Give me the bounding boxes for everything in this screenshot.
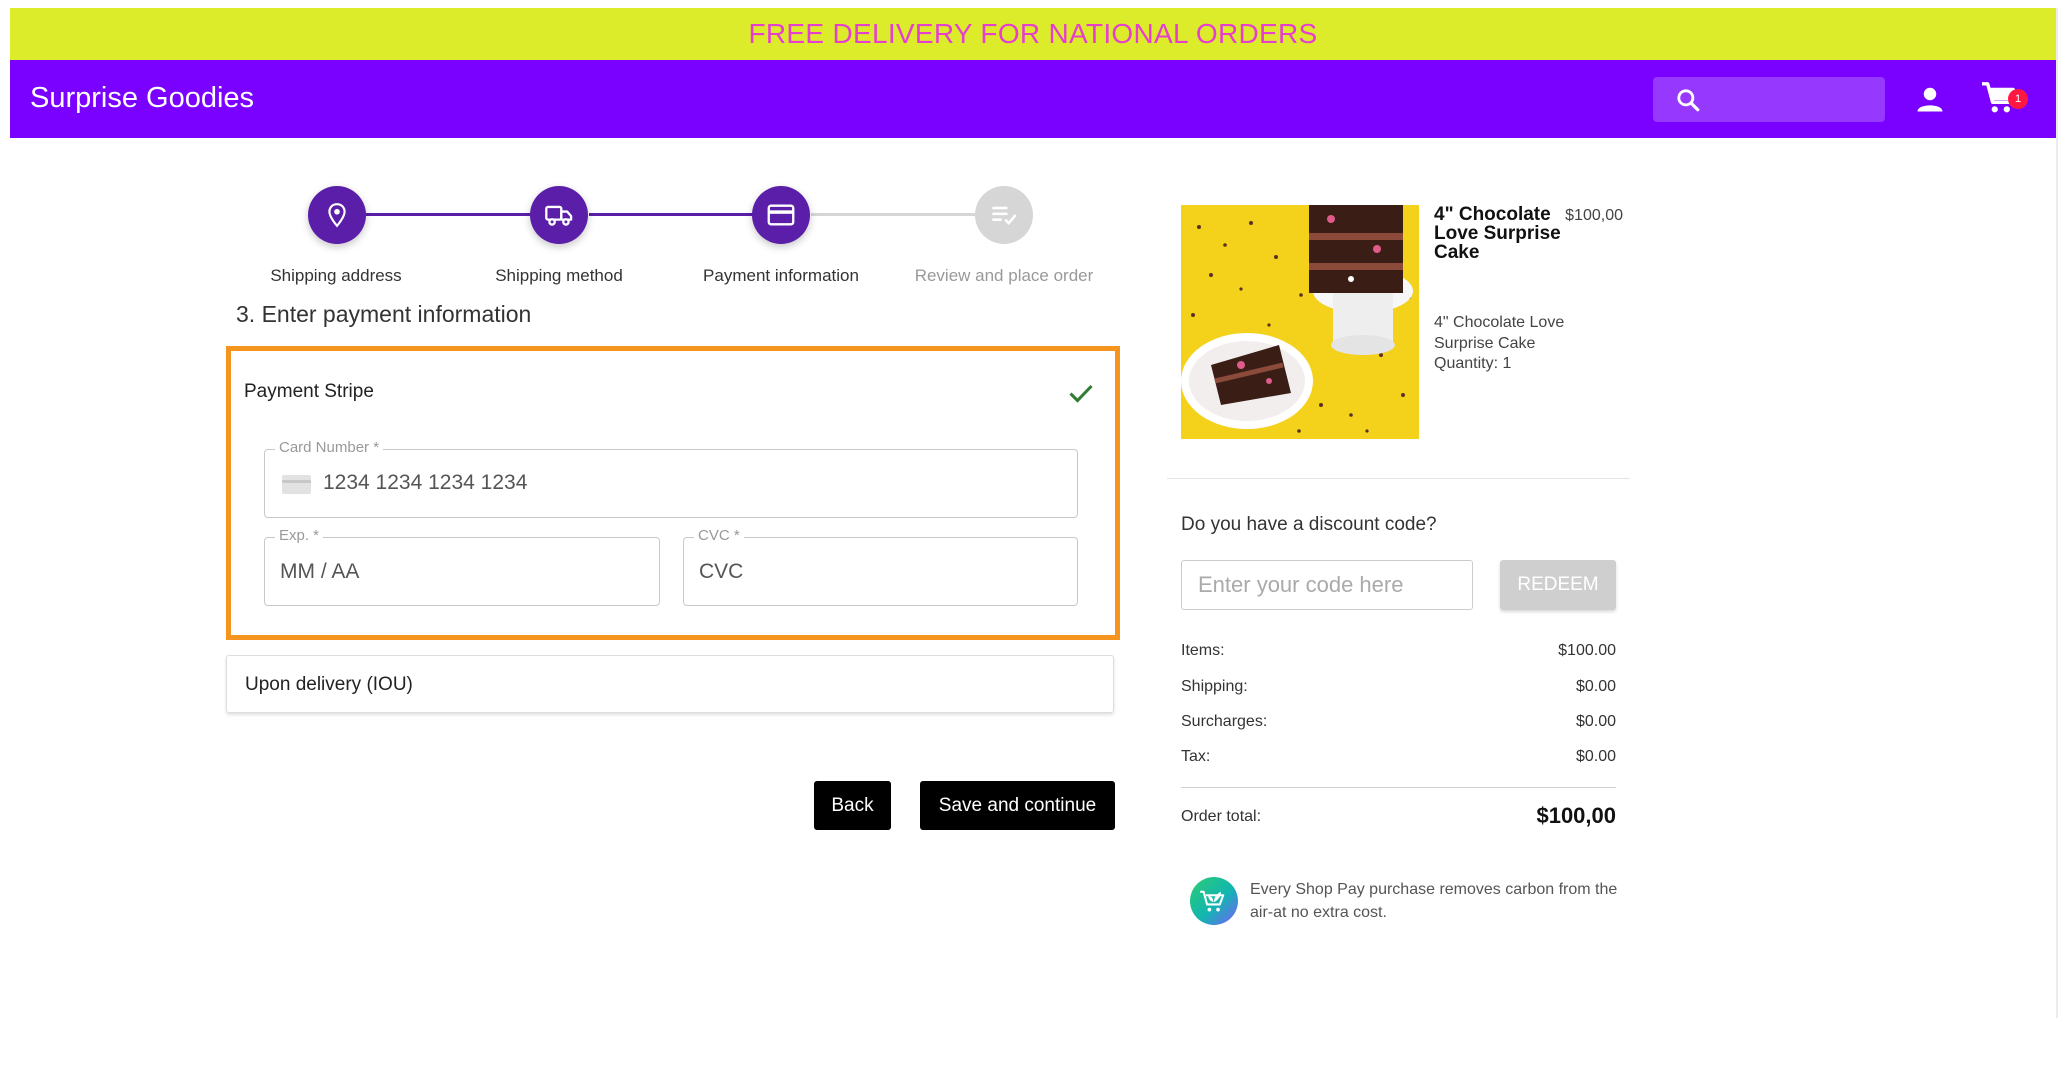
expiry-placeholder: MM / AA — [280, 560, 360, 583]
payment-option-iou[interactable]: Upon delivery (IOU) — [226, 655, 1114, 713]
summary-value: $100.00 — [1558, 642, 1616, 659]
summary-label: Shipping: — [1181, 678, 1248, 695]
credit-card-icon — [767, 204, 795, 226]
brand-logo[interactable]: Surprise Goodies — [30, 82, 254, 115]
step-label-shipping-method: Shipping method — [495, 266, 623, 285]
payment-stripe-panel[interactable]: Payment Stripe Card Number * 1234 1234 1… — [226, 346, 1120, 640]
cvc-field[interactable]: CVC * CVC — [683, 527, 1078, 606]
total-divider — [1181, 787, 1616, 788]
order-total-row: Order total: $100,00 — [1181, 803, 1616, 833]
expiry-field[interactable]: Exp. * MM / AA — [264, 527, 660, 606]
search-icon — [1677, 89, 1700, 112]
step-payment-information[interactable] — [752, 186, 810, 244]
step-review-order[interactable] — [975, 186, 1033, 244]
cvc-label: CVC * — [694, 527, 744, 544]
stepper-connector — [589, 213, 755, 216]
shop-pay-eco-icon — [1190, 877, 1238, 925]
card-brand-icon — [282, 475, 311, 494]
page-edge — [2056, 8, 2058, 1018]
summary-value: $0.00 — [1575, 678, 1616, 695]
product-image — [1181, 205, 1419, 439]
summary-row-items: Items: $100.00 — [1181, 642, 1616, 664]
discount-code-input[interactable] — [1181, 560, 1473, 610]
checkmark-icon — [1069, 384, 1093, 403]
summary-value: $0.00 — [1575, 748, 1616, 765]
order-total-label: Order total: — [1181, 808, 1262, 825]
summary-row-surcharges: Surcharges: $0.00 — [1181, 713, 1616, 735]
user-account-icon[interactable] — [1915, 84, 1945, 114]
summary-label: Tax: — [1181, 748, 1211, 765]
checklist-icon — [992, 206, 1017, 226]
card-number-field[interactable]: Card Number * 1234 1234 1234 1234 — [264, 439, 1078, 518]
step-label-shipping-address: Shipping address — [270, 266, 402, 285]
iou-title: Upon delivery (IOU) — [245, 674, 413, 695]
promo-banner: FREE DELIVERY FOR NATIONAL ORDERS — [10, 8, 2056, 60]
step-label-payment-information: Payment information — [703, 266, 859, 285]
step-label-review-order: Review and place order — [914, 266, 1094, 285]
search-input[interactable] — [1653, 77, 1885, 122]
truck-icon — [545, 205, 573, 226]
product-variant: 4" Chocolate Love Surprise Cake — [1434, 314, 1565, 352]
save-continue-button[interactable]: Save and continue — [920, 781, 1115, 830]
step-shipping-method[interactable] — [530, 186, 588, 244]
section-title: 3. Enter payment information — [236, 301, 532, 327]
location-pin-icon — [328, 203, 346, 228]
stepper-connector — [366, 213, 532, 216]
summary-label: Items: — [1181, 642, 1225, 659]
cart-count-badge: 1 — [2008, 89, 2028, 109]
order-total-value: $100,00 — [1536, 803, 1616, 828]
summary-row-shipping: Shipping: $0.00 — [1181, 678, 1616, 700]
summary-divider — [1167, 478, 1630, 479]
payment-stripe-title: Payment Stripe — [244, 381, 374, 402]
step-shipping-address[interactable] — [308, 186, 366, 244]
product-price: $100,00 — [1565, 207, 1623, 224]
eco-message: Every Shop Pay purchase removes carbon f… — [1250, 881, 1618, 921]
card-number-placeholder: 1234 1234 1234 1234 — [323, 471, 528, 494]
top-nav: Surprise Goodies 1 — [10, 60, 2056, 138]
card-number-label: Card Number * — [275, 439, 384, 456]
summary-value: $0.00 — [1575, 713, 1616, 730]
summary-label: Surcharges: — [1181, 713, 1268, 730]
summary-row-tax: Tax: $0.00 — [1181, 748, 1616, 770]
promo-text: FREE DELIVERY FOR NATIONAL ORDERS — [748, 18, 1318, 49]
discount-question: Do you have a discount code? — [1181, 514, 1437, 535]
cvc-placeholder: CVC — [699, 560, 744, 583]
product-description: 4" Chocolate Love Surprise Cake Quantity… — [1434, 313, 1574, 375]
redeem-button[interactable]: REDEEM — [1500, 560, 1616, 610]
expiry-label: Exp. * — [275, 527, 324, 544]
back-button[interactable]: Back — [814, 781, 891, 830]
product-quantity: Quantity: 1 — [1434, 355, 1512, 372]
stepper-connector — [811, 213, 976, 216]
